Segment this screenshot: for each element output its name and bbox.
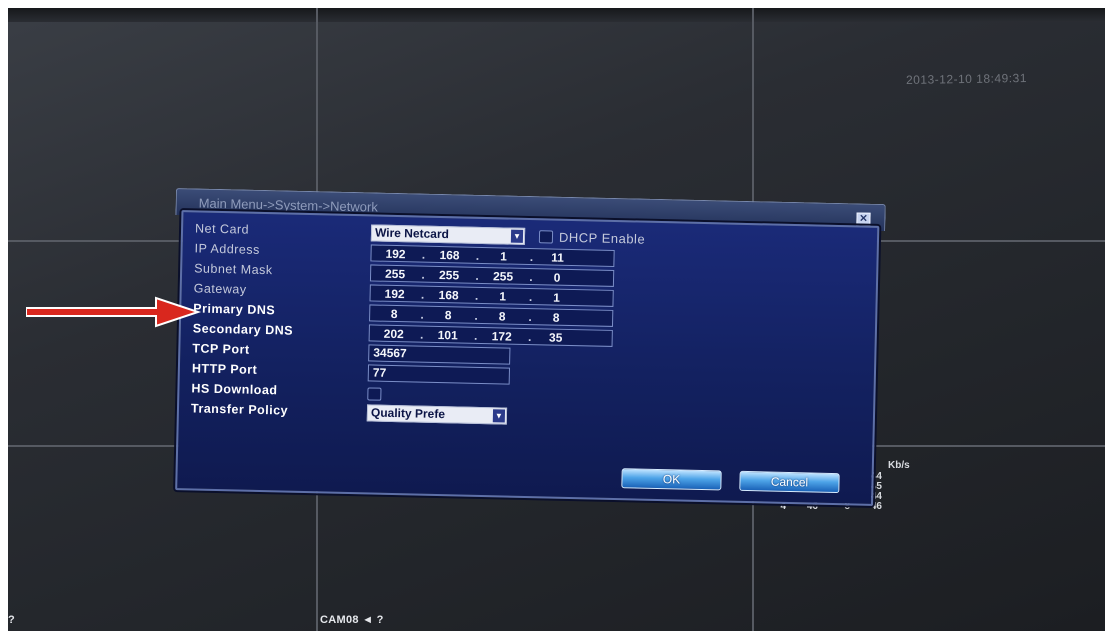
ok-button[interactable]: OK xyxy=(621,468,722,491)
annotation-arrow-icon xyxy=(26,296,202,328)
ip-octet[interactable]: 0 xyxy=(537,270,577,285)
transfer-policy-value: Quality Prefe xyxy=(370,405,446,422)
net-card-label: Net Card xyxy=(194,221,250,237)
ip-dot: . xyxy=(419,327,424,342)
ip-dot: . xyxy=(527,330,532,345)
tcp-port-label: TCP Port xyxy=(192,341,250,357)
ip-octet[interactable]: 255 xyxy=(483,269,523,284)
ip-octet[interactable]: 35 xyxy=(536,330,576,345)
cancel-button[interactable]: Cancel xyxy=(739,470,840,494)
http-port-label: HTTP Port xyxy=(191,361,258,377)
dhcp-label: DHCP Enable xyxy=(558,229,646,247)
ip-dot: . xyxy=(529,250,534,265)
ip-octet[interactable]: 255 xyxy=(375,267,415,282)
ip-octet[interactable]: 192 xyxy=(375,247,415,262)
timestamp: 2013-12-10 18:49:31 xyxy=(905,70,1028,88)
dhcp-checkbox[interactable] xyxy=(538,230,554,244)
ip-dot: . xyxy=(421,247,426,262)
net-card-value: Wire Netcard xyxy=(374,225,450,242)
ip-octet[interactable]: 8 xyxy=(482,309,522,324)
ip-dot: . xyxy=(528,290,533,305)
corner-glyph: ? xyxy=(8,614,15,626)
ip-dot: . xyxy=(474,288,479,303)
ip-octet[interactable]: 192 xyxy=(374,287,414,302)
chevron-down-icon: ▼ xyxy=(510,229,524,243)
ip-dot: . xyxy=(475,268,479,283)
net-card-select[interactable]: Wire Netcard ▼ xyxy=(370,224,526,245)
transfer-policy-select[interactable]: Quality Prefe ▼ xyxy=(366,404,508,425)
ip-octet[interactable]: 1 xyxy=(482,289,522,304)
chevron-down-icon: ▼ xyxy=(492,409,506,423)
subnet-mask-label: Subnet Mask xyxy=(194,261,273,278)
http-port-field[interactable]: 77 xyxy=(367,364,511,385)
ip-dot: . xyxy=(420,307,425,322)
ip-octet[interactable]: 168 xyxy=(428,288,468,303)
ip-address-label: IP Address xyxy=(194,241,261,257)
stats-header: Kb/s xyxy=(888,460,910,471)
network-dialog: Main Menu->System->Network ✕ Net Card Wi… xyxy=(169,188,888,510)
screen-bezel-top xyxy=(8,8,1105,22)
hs-download-checkbox[interactable] xyxy=(367,387,382,401)
tcp-port-field[interactable]: 34567 xyxy=(368,344,511,365)
ip-dot: . xyxy=(420,287,425,302)
ip-octet[interactable]: 1 xyxy=(483,249,523,264)
ip-dot: . xyxy=(528,310,532,325)
transfer-policy-label: Transfer Policy xyxy=(190,401,289,418)
ip-octet[interactable]: 1 xyxy=(536,290,576,305)
ip-octet[interactable]: 168 xyxy=(429,248,469,263)
ip-octet[interactable]: 101 xyxy=(428,328,468,343)
ip-octet[interactable]: 11 xyxy=(537,250,577,265)
dialog-body: Net Card Wire Netcard ▼ DHCP Enable IP A… xyxy=(175,210,880,506)
gateway-label: Gateway xyxy=(193,281,247,297)
ip-octet[interactable]: 202 xyxy=(374,327,414,342)
ip-octet[interactable]: 8 xyxy=(374,307,414,322)
ip-octet[interactable]: 172 xyxy=(482,329,522,344)
camera-label: CAM08 ◄ ? xyxy=(320,614,384,626)
ip-dot: . xyxy=(474,308,479,323)
ip-dot: . xyxy=(473,328,478,343)
hs-download-label: HS Download xyxy=(191,381,278,398)
ip-dot: . xyxy=(475,248,480,263)
ip-dot: . xyxy=(529,270,533,285)
ip-octet[interactable]: 8 xyxy=(428,308,468,323)
secondary-dns-label: Secondary DNS xyxy=(192,321,294,338)
ip-dot: . xyxy=(421,267,425,282)
ip-octet[interactable]: 255 xyxy=(429,268,469,283)
ip-octet[interactable]: 8 xyxy=(536,310,576,325)
